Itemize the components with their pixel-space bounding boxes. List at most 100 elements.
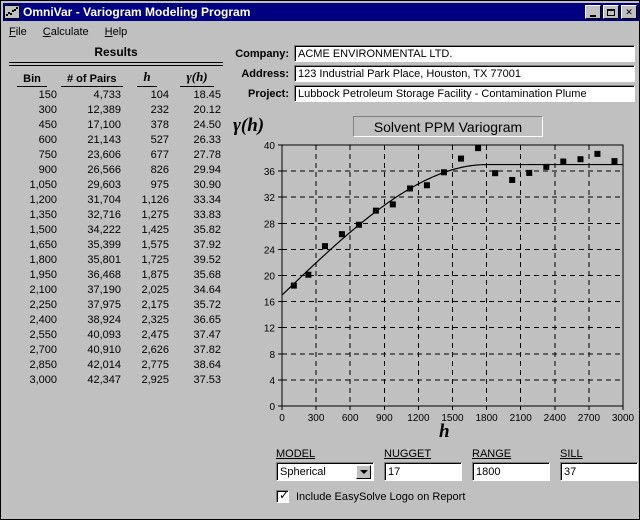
range-input[interactable]: 1800 [472,462,550,481]
address-field[interactable]: 123 Industrial Park Place, Houston, TX 7… [294,65,635,82]
table-cell: 24.50 [193,119,221,131]
table-cell: 38,924 [87,314,121,326]
results-table: Bin # of Pairs h γ(h) 150 4,733 104 18.45 30… [7,66,225,388]
table-cell: 2,550 [29,329,57,341]
table-header-row: Bin # of Pairs h γ(h) [7,66,225,88]
table-cell: 750 [38,149,57,161]
menu-item-file[interactable]: File [9,26,27,38]
table-cell: 40,093 [87,329,121,341]
table-cell: 40,910 [87,344,121,356]
results-table-body: 150 4,733 104 18.45 300 12,389 232 20.12 450 17,1… [7,88,225,388]
table-row: 3,000 42,347 2,925 37.53 [7,373,225,388]
table-cell: 2,475 [141,329,169,341]
table-cell: 2,100 [29,284,57,296]
table-cell: 37,190 [87,284,121,296]
table-cell: 2,775 [141,359,169,371]
include-logo-checkbox[interactable]: ✓ [276,489,289,503]
table-cell: 21,143 [87,134,121,146]
table-cell: 1,050 [29,179,57,191]
table-cell: 150 [38,89,57,101]
svg-text:1200: 1200 [407,413,430,424]
table-cell: 36,468 [87,269,121,281]
address-row: Address: 123 Industrial Park Place, Hous… [231,65,635,82]
sill-input[interactable]: 37 [560,462,638,481]
table-cell: 37,975 [87,299,121,311]
menu-help-accel: H [104,26,113,38]
table-cell: 32,716 [87,209,121,221]
scatter-chart-icon[interactable] [4,5,20,19]
svg-text:16: 16 [264,298,276,309]
chart-plot-area[interactable]: 04812162024283236400 300 600 900 1200 1500 180… [231,141,635,431]
table-cell: 27.78 [193,149,221,161]
table-cell: 26,566 [87,164,121,176]
svg-text:40: 40 [264,141,276,152]
svg-text:8: 8 [269,350,275,361]
model-select-value: Spherical [280,465,326,478]
table-cell: 300 [38,104,57,116]
table-cell: 2,175 [141,299,169,311]
table-cell: 2,925 [141,374,169,386]
table-row: 1,950 36,468 1,875 35.68 [7,268,225,283]
column-header-bin: Bin [7,66,61,88]
chevron-down-icon[interactable] [356,465,371,479]
results-title: Results [94,45,138,59]
menu-item-calculate[interactable]: Calculate [43,26,89,38]
svg-text:0: 0 [279,413,285,424]
table-row: 900 26,566 826 29.94 [7,163,225,178]
logo-checkbox-row[interactable]: ✓ Include EasySolve Logo on Report [276,489,631,503]
table-cell: 232 [150,104,169,116]
table-cell: 1,725 [141,254,169,266]
table-cell: 31,704 [87,194,121,206]
table-cell: 1,425 [141,224,169,236]
title-bar: OmniVar - Variogram Modeling Program ✕ [3,3,639,21]
table-cell: 2,700 [29,344,57,356]
table-cell: 1,950 [29,269,57,281]
menu-item-help[interactable]: Help [105,26,128,38]
table-cell: 975 [150,179,169,191]
sill-group: SILL 37 [560,448,638,481]
close-button[interactable]: ✕ [621,5,637,19]
menu-file-accel: F [9,26,16,38]
table-cell: 2,850 [29,359,57,371]
svg-text:12: 12 [264,324,276,335]
project-label: Project: [248,87,289,100]
table-cell: 826 [150,164,169,176]
range-label: RANGE [472,448,512,460]
table-cell: 3,000 [29,374,57,386]
table-cell: 2,025 [141,284,169,296]
company-field[interactable]: ACME ENVIRONMENTAL LTD. [294,45,635,62]
table-row: 1,050 29,603 975 30.90 [7,178,225,193]
table-cell: 1,650 [29,239,57,251]
results-panel: Results Bin # of Pairs h γ(h) 150 4,733 10… [7,45,225,388]
menu-calculate-accel: C [42,26,51,38]
table-cell: 33.34 [193,194,221,206]
table-cell: 677 [150,149,169,161]
maximize-icon [607,8,615,16]
project-info-form: Company: ACME ENVIRONMENTAL LTD. Address… [231,45,635,105]
nugget-input[interactable]: 17 [384,462,462,481]
model-select[interactable]: Spherical [276,462,374,481]
table-row: 2,100 37,190 2,025 34.64 [7,283,225,298]
project-field[interactable]: Lubbock Petroleum Storage Facility - Con… [294,85,635,102]
address-label: Address: [241,67,289,80]
table-cell: 104 [150,89,169,101]
model-controls: MODEL Spherical NUGGET 17 RANGE 1800 SIL… [276,448,638,503]
table-cell: 2,626 [141,344,169,356]
column-header-h: h [125,66,173,88]
table-cell: 1,126 [141,194,169,206]
window-title: OmniVar - Variogram Modeling Program [23,5,251,19]
table-row: 2,250 37,975 2,175 35.72 [7,298,225,313]
nugget-group: NUGGET 17 [384,448,462,481]
minimize-button[interactable] [585,5,601,19]
project-row: Project: Lubbock Petroleum Storage Facil… [231,85,635,102]
maximize-button[interactable] [603,5,619,19]
table-cell: 900 [38,164,57,176]
application-window: OmniVar - Variogram Modeling Program ✕ F… [0,0,640,520]
table-cell: 1,575 [141,239,169,251]
table-row: 2,700 40,910 2,626 37.82 [7,343,225,358]
table-cell: 26.33 [193,134,221,146]
svg-text:2700: 2700 [578,413,601,424]
table-row: 600 21,143 527 26.33 [7,133,225,148]
table-cell: 2,400 [29,314,57,326]
table-row: 1,200 31,704 1,126 33.34 [7,193,225,208]
